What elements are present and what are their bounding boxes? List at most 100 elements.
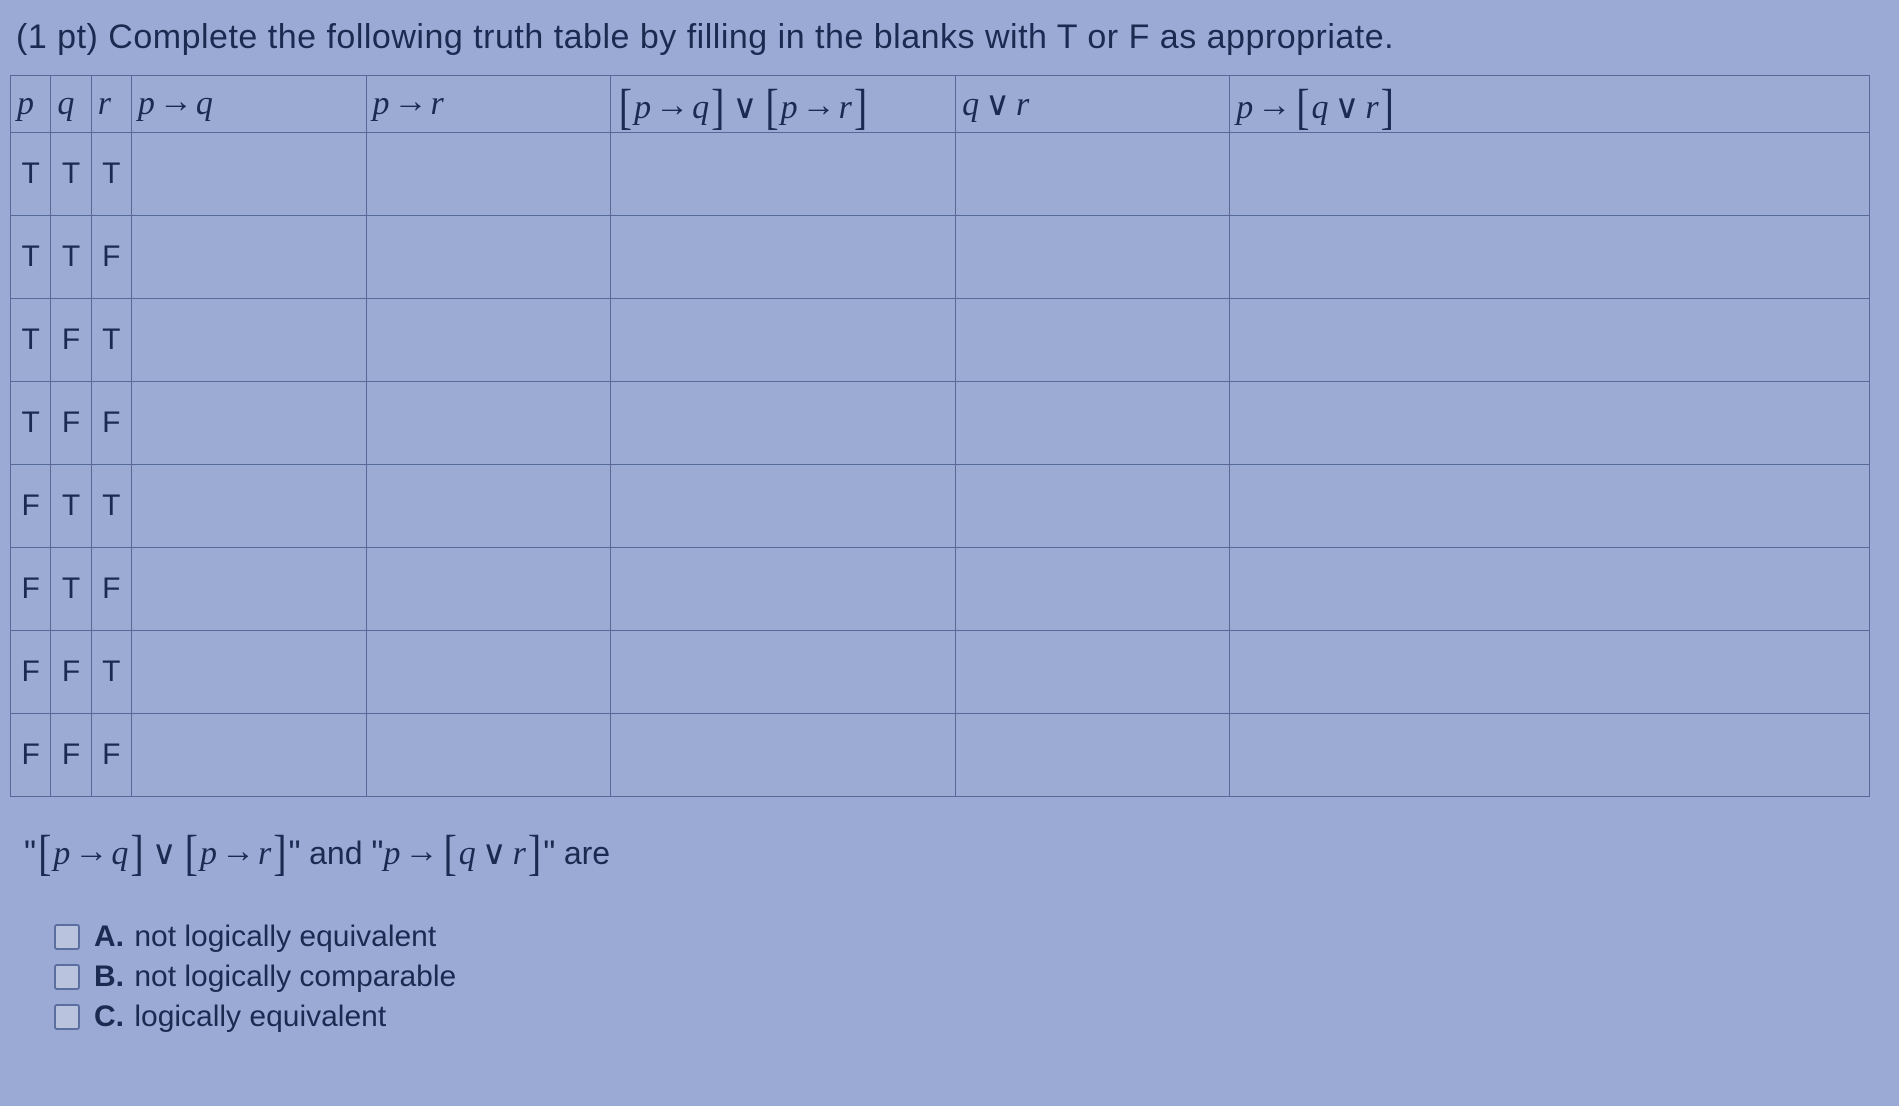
- cell-p-imp-qr[interactable]: [1230, 299, 1870, 382]
- table-row: T F F: [11, 382, 1870, 465]
- cell-p-imp-qr[interactable]: [1230, 133, 1870, 216]
- table-row: F T F: [11, 548, 1870, 631]
- option-text: not logically equivalent: [134, 920, 436, 953]
- cell-r[interactable]: F: [91, 216, 131, 299]
- cell-p-imp-r[interactable]: [366, 299, 610, 382]
- checkbox-icon[interactable]: [54, 1004, 80, 1030]
- header-p-imp-r: p→r: [366, 76, 610, 133]
- cell-p[interactable]: T: [11, 216, 51, 299]
- header-q: q: [51, 76, 91, 133]
- table-row: T F T: [11, 299, 1870, 382]
- cell-p-imp-qr[interactable]: [1230, 631, 1870, 714]
- cell-p-imp-q[interactable]: [131, 714, 366, 797]
- cell-q[interactable]: F: [51, 382, 91, 465]
- cell-p-imp-r[interactable]: [366, 631, 610, 714]
- cell-q-or-r[interactable]: [956, 631, 1230, 714]
- option-c[interactable]: C. logically equivalent: [54, 1000, 1877, 1034]
- cell-r[interactable]: F: [91, 548, 131, 631]
- question-prompt: (1 pt) Complete the following truth tabl…: [16, 18, 1877, 57]
- cell-q-or-r[interactable]: [956, 548, 1230, 631]
- conclusion-text: "[p→q]∨[p→r]" and "p→[q∨r]" are: [24, 827, 1877, 874]
- table-row: T T T: [11, 133, 1870, 216]
- cell-p[interactable]: T: [11, 382, 51, 465]
- cell-disj[interactable]: [610, 216, 955, 299]
- cell-q-or-r[interactable]: [956, 382, 1230, 465]
- cell-p[interactable]: F: [11, 714, 51, 797]
- header-p-imp-q-or-r: p→[q∨r]: [1230, 76, 1870, 133]
- cell-p-imp-r[interactable]: [366, 714, 610, 797]
- option-text: logically equivalent: [134, 1000, 386, 1033]
- table-body: T T T T T F T F T: [11, 133, 1870, 797]
- cell-p-imp-q[interactable]: [131, 133, 366, 216]
- cell-p-imp-qr[interactable]: [1230, 216, 1870, 299]
- cell-p-imp-qr[interactable]: [1230, 548, 1870, 631]
- cell-p[interactable]: F: [11, 548, 51, 631]
- cell-p-imp-q[interactable]: [131, 382, 366, 465]
- cell-disj[interactable]: [610, 465, 955, 548]
- cell-r[interactable]: T: [91, 465, 131, 548]
- cell-q[interactable]: T: [51, 465, 91, 548]
- header-disj: [p→q]∨[p→r]: [610, 76, 955, 133]
- cell-r[interactable]: T: [91, 133, 131, 216]
- header-p: p: [11, 76, 51, 133]
- cell-r[interactable]: F: [91, 714, 131, 797]
- cell-p-imp-r[interactable]: [366, 382, 610, 465]
- cell-q-or-r[interactable]: [956, 714, 1230, 797]
- cell-q[interactable]: F: [51, 714, 91, 797]
- cell-disj[interactable]: [610, 548, 955, 631]
- checkbox-icon[interactable]: [54, 924, 80, 950]
- cell-p-imp-qr[interactable]: [1230, 382, 1870, 465]
- cell-p[interactable]: F: [11, 465, 51, 548]
- cell-p[interactable]: F: [11, 631, 51, 714]
- cell-p-imp-q[interactable]: [131, 299, 366, 382]
- cell-q[interactable]: F: [51, 631, 91, 714]
- page-root: (1 pt) Complete the following truth tabl…: [0, 0, 1899, 1034]
- cell-p-imp-r[interactable]: [366, 133, 610, 216]
- cell-p-imp-qr[interactable]: [1230, 714, 1870, 797]
- table-row: F F F: [11, 714, 1870, 797]
- cell-q-or-r[interactable]: [956, 299, 1230, 382]
- options-list: A. not logically equivalent B. not logic…: [54, 920, 1877, 1034]
- option-a[interactable]: A. not logically equivalent: [54, 920, 1877, 954]
- cell-p-imp-r[interactable]: [366, 465, 610, 548]
- option-b[interactable]: B. not logically comparable: [54, 960, 1877, 994]
- cell-p-imp-q[interactable]: [131, 216, 366, 299]
- cell-p-imp-qr[interactable]: [1230, 465, 1870, 548]
- table-row: T T F: [11, 216, 1870, 299]
- cell-q-or-r[interactable]: [956, 216, 1230, 299]
- checkbox-icon[interactable]: [54, 964, 80, 990]
- cell-disj[interactable]: [610, 299, 955, 382]
- header-r: r: [91, 76, 131, 133]
- header-q-or-r: q∨r: [956, 76, 1230, 133]
- cell-r[interactable]: T: [91, 299, 131, 382]
- cell-q-or-r[interactable]: [956, 465, 1230, 548]
- cell-q[interactable]: F: [51, 299, 91, 382]
- cell-disj[interactable]: [610, 631, 955, 714]
- cell-r[interactable]: T: [91, 631, 131, 714]
- header-p-imp-q: p→q: [131, 76, 366, 133]
- table-row: F F T: [11, 631, 1870, 714]
- cell-p[interactable]: T: [11, 299, 51, 382]
- option-letter: A.: [94, 920, 124, 953]
- and-text: and: [309, 835, 371, 871]
- cell-disj[interactable]: [610, 714, 955, 797]
- cell-p-imp-r[interactable]: [366, 548, 610, 631]
- cell-q-or-r[interactable]: [956, 133, 1230, 216]
- cell-p-imp-r[interactable]: [366, 216, 610, 299]
- cell-q[interactable]: T: [51, 216, 91, 299]
- cell-disj[interactable]: [610, 382, 955, 465]
- option-text: not logically comparable: [134, 960, 456, 993]
- cell-p-imp-q[interactable]: [131, 631, 366, 714]
- cell-p-imp-q[interactable]: [131, 548, 366, 631]
- cell-p-imp-q[interactable]: [131, 465, 366, 548]
- cell-q[interactable]: T: [51, 548, 91, 631]
- cell-disj[interactable]: [610, 133, 955, 216]
- are-text: are: [564, 835, 610, 871]
- table-row: F T T: [11, 465, 1870, 548]
- cell-p[interactable]: T: [11, 133, 51, 216]
- option-letter: B.: [94, 960, 124, 993]
- cell-r[interactable]: F: [91, 382, 131, 465]
- cell-q[interactable]: T: [51, 133, 91, 216]
- option-letter: C.: [94, 1000, 124, 1033]
- table-header-row: p q r p→q p→r [p→q]∨[p→r] q∨r p→[q∨r]: [11, 76, 1870, 133]
